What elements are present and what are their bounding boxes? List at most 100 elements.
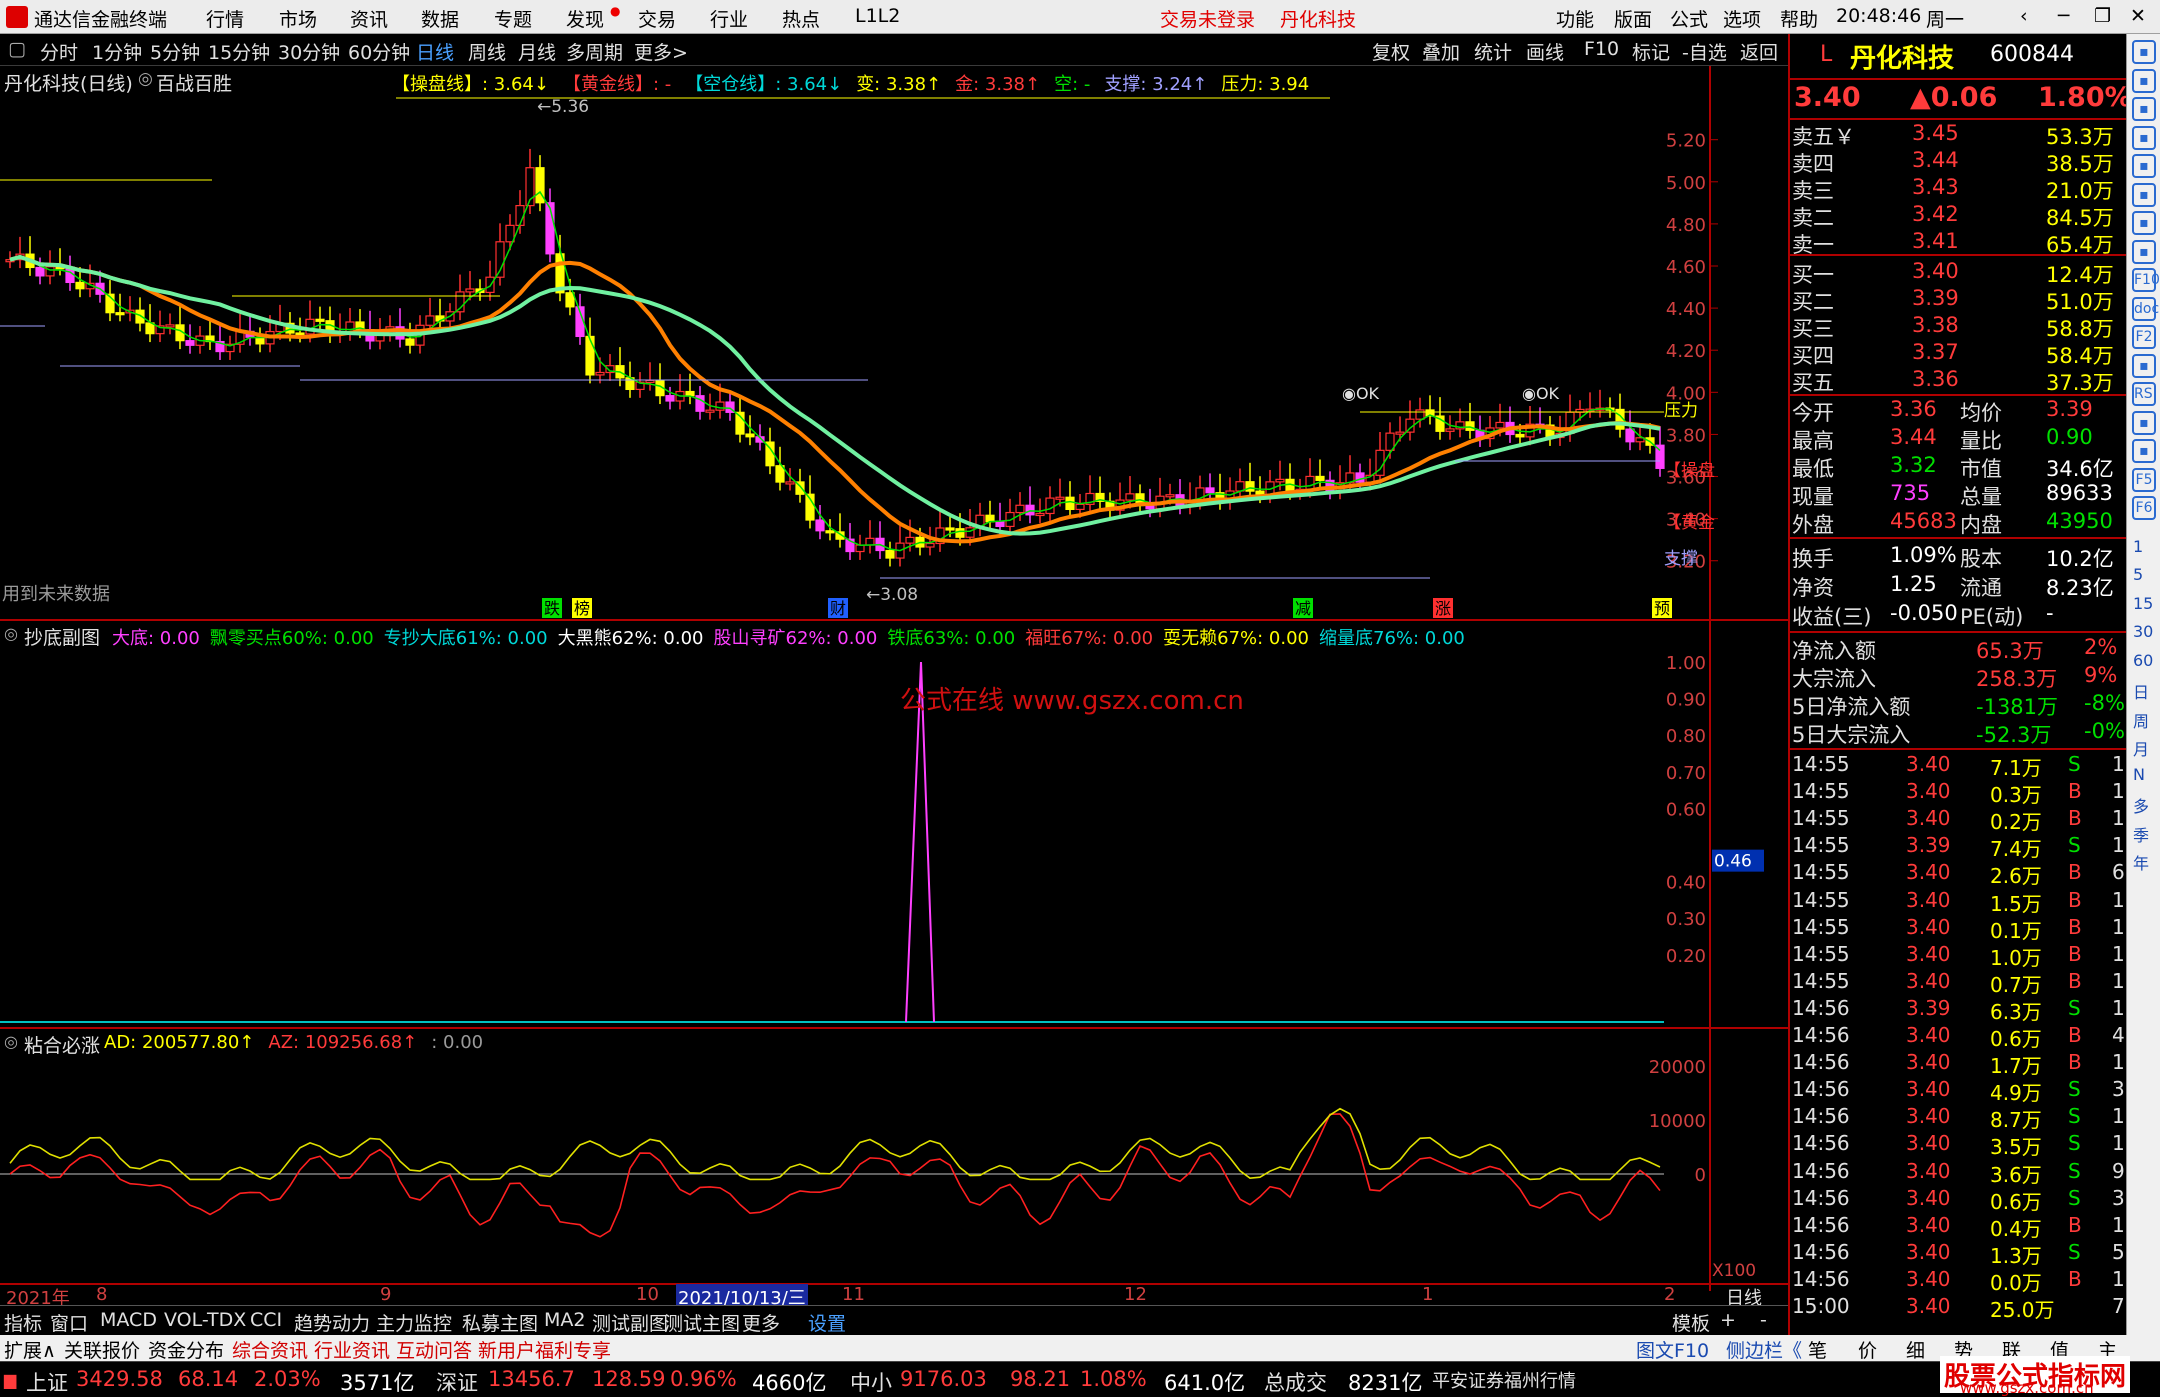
bottom-tab-0[interactable]: 指标: [4, 1309, 42, 1336]
news-tab-4[interactable]: 行业资讯: [314, 1336, 390, 1363]
sub2-toggle-icon[interactable]: ◎: [4, 1032, 18, 1051]
period-tab-9[interactable]: 多周期: [566, 38, 623, 65]
5-icon[interactable]: 5: [2133, 565, 2143, 584]
period-tab-8[interactable]: 月线: [518, 38, 556, 65]
N-icon[interactable]: N: [2133, 765, 2145, 784]
sub1-name[interactable]: 抄底副图: [24, 623, 100, 650]
menu-item-7[interactable]: 行业: [710, 5, 748, 32]
clock-icon[interactable]: ▪: [2132, 353, 2156, 378]
remove-button[interactable]: -: [1760, 1309, 1767, 1331]
bottom-tab-5[interactable]: 趋势动力: [294, 1309, 370, 1336]
30-icon[interactable]: 30: [2133, 622, 2153, 641]
sub1-toggle-icon[interactable]: ◎: [4, 624, 18, 643]
add-button[interactable]: +: [1720, 1309, 1736, 1331]
60-icon[interactable]: 60: [2133, 651, 2153, 670]
right-menu-2[interactable]: 公式: [1670, 5, 1708, 32]
menu-item-8[interactable]: 热点: [782, 5, 820, 32]
toolbar-toggle-icon[interactable]: ▢: [8, 38, 26, 60]
minimize-icon[interactable]: ─: [2058, 5, 2069, 27]
F5-icon[interactable]: F5: [2132, 467, 2156, 492]
menu-item-4[interactable]: 专题: [494, 5, 532, 32]
bottom-tab-4[interactable]: CCI: [250, 1309, 282, 1331]
周-icon[interactable]: 周: [2133, 708, 2149, 732]
news-tab-5[interactable]: 互动问答: [396, 1336, 472, 1363]
template-button[interactable]: 模板: [1672, 1309, 1710, 1336]
right-menu-0[interactable]: 功能: [1556, 5, 1594, 32]
日-icon[interactable]: 日: [2133, 679, 2149, 703]
period-tab-4[interactable]: 30分钟: [278, 38, 340, 65]
tool-4[interactable]: F10: [1584, 38, 1619, 60]
多-icon[interactable]: 多: [2133, 793, 2149, 817]
period-tab-0[interactable]: 分时: [40, 38, 78, 65]
kline-chart[interactable]: 5.205.004.804.604.404.204.003.803.603.40…: [0, 66, 1788, 1305]
F6-icon[interactable]: F6: [2132, 496, 2156, 520]
F10-icon[interactable]: F10: [2132, 268, 2160, 292]
bottom-tab-10[interactable]: 测试主图: [664, 1309, 740, 1336]
f10-link[interactable]: 图文F10: [1636, 1336, 1709, 1363]
月-icon[interactable]: 月: [2133, 736, 2149, 760]
tool-3[interactable]: 画线: [1526, 38, 1564, 65]
news-tab-6[interactable]: 新用户福利专享: [478, 1336, 611, 1363]
tool-2[interactable]: 统计: [1474, 38, 1512, 65]
sidebar-toggle[interactable]: 侧边栏《: [1726, 1336, 1802, 1363]
年-icon[interactable]: 年: [2133, 850, 2149, 874]
right-menu-1[interactable]: 版面: [1614, 5, 1652, 32]
period-tab-3[interactable]: 15分钟: [208, 38, 270, 65]
menu-item-3[interactable]: 数据: [421, 5, 459, 32]
period-tab-7[interactable]: 周线: [468, 38, 506, 65]
15-icon[interactable]: 15: [2133, 594, 2153, 613]
period-tab-10[interactable]: 更多>: [634, 38, 688, 65]
quote-tab-1[interactable]: 价: [1858, 1336, 1877, 1363]
1-icon[interactable]: 1: [2133, 537, 2143, 556]
period-tab-6[interactable]: 日线: [416, 38, 454, 65]
move-icon[interactable]: ▪: [2132, 410, 2156, 435]
bottom-tab-2[interactable]: MACD: [100, 1309, 157, 1331]
menu-item-1[interactable]: 市场: [279, 5, 317, 32]
news-tab-2[interactable]: 资金分布: [148, 1336, 224, 1363]
RSI-icon[interactable]: RSI: [2132, 382, 2157, 406]
line-icon[interactable]: ▪: [2132, 182, 2156, 207]
period-tab-1[interactable]: 1分钟: [92, 38, 142, 65]
bottom-tab-9[interactable]: 测试副图: [592, 1309, 668, 1336]
period-tab-5[interactable]: 60分钟: [348, 38, 410, 65]
news-tab-0[interactable]: 扩展∧: [4, 1336, 56, 1363]
bottom-tab-6[interactable]: 主力监控: [376, 1309, 452, 1336]
period-tab-2[interactable]: 5分钟: [150, 38, 200, 65]
bottom-tab-12[interactable]: 设置: [808, 1309, 846, 1336]
arrow-down-icon[interactable]: ▪: [2132, 97, 2156, 121]
sub2-name[interactable]: 粘合必涨: [24, 1031, 100, 1058]
right-menu-3[interactable]: 选项: [1723, 5, 1761, 32]
bottom-tab-8[interactable]: MA2: [544, 1309, 585, 1331]
menu-item-5[interactable]: 发现: [566, 5, 604, 32]
bottom-tab-7[interactable]: 私募主图: [462, 1309, 538, 1336]
tool-7[interactable]: 返回: [1740, 38, 1778, 65]
chart-icon[interactable]: ▪: [2132, 125, 2156, 150]
formula-name[interactable]: 百战百胜: [156, 69, 232, 96]
bottom-tab-11[interactable]: 更多: [742, 1309, 780, 1336]
edit-icon[interactable]: ▪: [2132, 439, 2156, 463]
list-icon[interactable]: ▪: [2132, 154, 2156, 178]
restore-icon[interactable]: ❐: [2094, 5, 2111, 27]
back-arrow-icon[interactable]: ‹: [2020, 5, 2028, 27]
arrow-left-icon[interactable]: ▪: [2132, 40, 2156, 64]
news-tab-1[interactable]: 关联报价: [64, 1336, 140, 1363]
bottom-tab-1[interactable]: 窗口: [50, 1309, 88, 1336]
tool-0[interactable]: 复权: [1372, 38, 1410, 65]
menu-item-0[interactable]: 行情: [206, 5, 244, 32]
kline-icon[interactable]: ▪: [2132, 211, 2156, 235]
bottom-tab-3[interactable]: VOL-TDX: [164, 1309, 246, 1331]
login-status[interactable]: 交易未登录: [1160, 5, 1255, 32]
tool-6[interactable]: -自选: [1682, 38, 1727, 65]
menu-item-2[interactable]: 资讯: [350, 5, 388, 32]
close-icon[interactable]: ✕: [2130, 5, 2146, 27]
quote-tab-2[interactable]: 细: [1906, 1336, 1925, 1363]
tool-1[interactable]: 叠加: [1422, 38, 1460, 65]
tool-5[interactable]: 标记: [1632, 38, 1670, 65]
quote-tab-0[interactable]: 笔: [1808, 1336, 1827, 1363]
arrow-up-icon[interactable]: ▪: [2132, 68, 2156, 93]
doc-icon[interactable]: doc: [2132, 296, 2159, 321]
right-menu-4[interactable]: 帮助: [1780, 5, 1818, 32]
F2-icon[interactable]: F2: [2132, 325, 2156, 349]
季-icon[interactable]: 季: [2133, 822, 2149, 846]
menu-item-9[interactable]: L1L2: [855, 5, 900, 27]
